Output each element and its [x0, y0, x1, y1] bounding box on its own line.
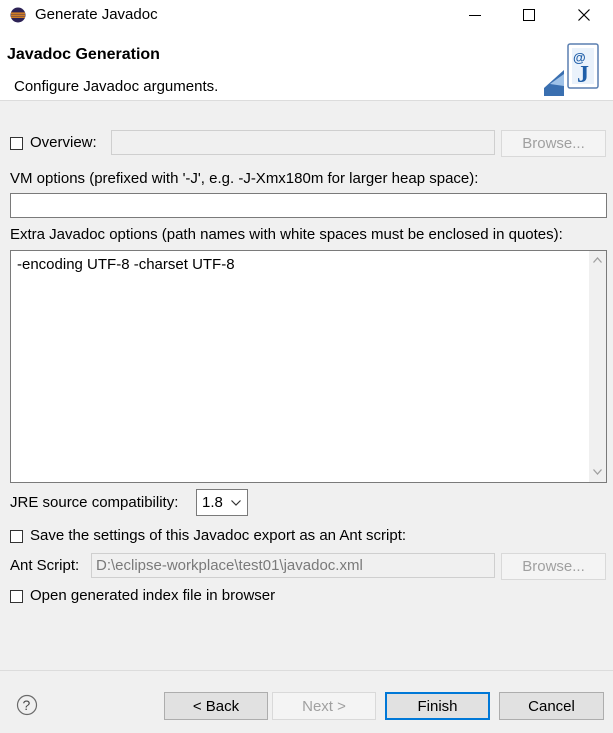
- javadoc-wizard-icon: @ J: [544, 43, 599, 96]
- overview-label: Overview:: [30, 134, 97, 151]
- close-icon: [578, 9, 590, 21]
- vm-options-label: VM options (prefixed with '-J', e.g. -J-…: [10, 170, 479, 187]
- maximize-icon: [523, 9, 535, 21]
- page-title: Javadoc Generation: [7, 46, 160, 63]
- minimize-button[interactable]: [452, 0, 498, 30]
- open-index-label: Open generated index file in browser: [30, 587, 276, 604]
- ant-script-label: Ant Script:: [10, 557, 80, 574]
- extra-options-value: -encoding UTF-8 -charset UTF-8: [17, 256, 235, 273]
- back-button[interactable]: < Back: [164, 692, 268, 720]
- wizard-banner: Javadoc Generation Configure Javadoc arg…: [0, 30, 613, 101]
- jre-selected-value: 1.8: [202, 494, 223, 511]
- chevron-down-icon: [231, 500, 241, 506]
- extra-options-label: Extra Javadoc options (path names with w…: [10, 226, 563, 243]
- jre-select[interactable]: 1.8: [196, 489, 248, 516]
- overview-browse-button[interactable]: Browse...: [501, 130, 606, 157]
- save-ant-label: Save the settings of this Javadoc export…: [30, 527, 407, 544]
- eclipse-icon: [10, 7, 26, 23]
- extra-options-textarea[interactable]: -encoding UTF-8 -charset UTF-8: [10, 250, 607, 483]
- help-icon[interactable]: ?: [16, 694, 38, 716]
- ant-script-value: D:\eclipse-workplace\test01\javadoc.xml: [96, 557, 363, 574]
- page-description: Configure Javadoc arguments.: [14, 78, 219, 95]
- svg-text:J: J: [577, 62, 589, 88]
- jre-label: JRE source compatibility:: [10, 494, 179, 511]
- scroll-down-icon[interactable]: [593, 469, 602, 475]
- ant-browse-button[interactable]: Browse...: [501, 553, 606, 580]
- minimize-icon: [469, 15, 481, 16]
- ant-script-input[interactable]: D:\eclipse-workplace\test01\javadoc.xml: [91, 553, 495, 578]
- overview-checkbox[interactable]: [10, 137, 23, 150]
- close-button[interactable]: [561, 0, 607, 30]
- svg-text:?: ?: [23, 697, 31, 713]
- maximize-button[interactable]: [506, 0, 552, 30]
- save-ant-checkbox[interactable]: [10, 530, 23, 543]
- scroll-up-icon[interactable]: [593, 257, 602, 263]
- open-index-checkbox[interactable]: [10, 590, 23, 603]
- vm-options-input[interactable]: [10, 193, 607, 218]
- window-title: Generate Javadoc: [35, 6, 158, 23]
- overview-input[interactable]: [111, 130, 495, 155]
- next-button[interactable]: Next >: [272, 692, 376, 720]
- title-bar: Generate Javadoc: [0, 0, 613, 30]
- vertical-scrollbar[interactable]: [589, 251, 606, 482]
- cancel-button[interactable]: Cancel: [499, 692, 604, 720]
- finish-button[interactable]: Finish: [385, 692, 490, 720]
- button-bar-separator: [0, 670, 613, 671]
